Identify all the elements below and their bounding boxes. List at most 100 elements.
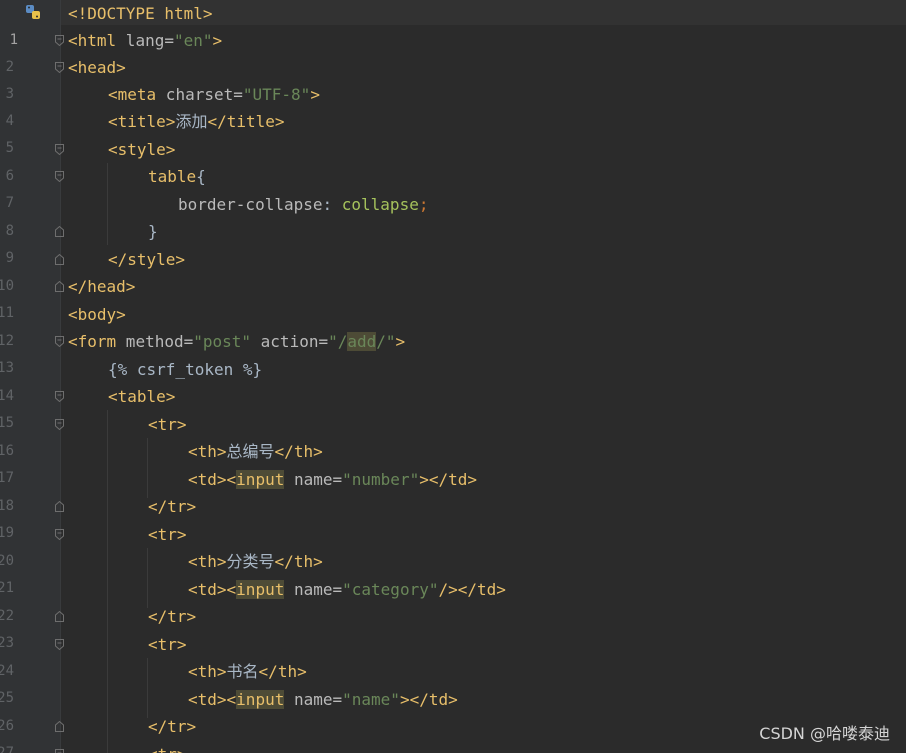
attr-token: name=: [284, 470, 343, 489]
tag-token: ></td>: [399, 690, 458, 709]
tag-token: >: [212, 31, 223, 50]
code-line-3[interactable]: 3 <head>: [0, 54, 906, 102]
fold-minus-icon[interactable]: [55, 419, 64, 430]
tag-token: <tr>: [148, 635, 187, 654]
code-line-8[interactable]: 8 border-collapse: collapse;: [0, 191, 906, 239]
highlighted-url-token: add: [347, 332, 377, 351]
semicolon-token: ;: [418, 195, 429, 214]
fold-end-icon[interactable]: [55, 226, 64, 237]
string-token: /": [376, 332, 396, 351]
fold-minus-icon[interactable]: [55, 391, 64, 402]
string-token: "category": [342, 580, 439, 599]
code-line-25[interactable]: 25 <th>书名</th>: [0, 658, 906, 706]
code-line-20[interactable]: 20 <tr>: [0, 521, 906, 569]
code-line-11[interactable]: 11 </head>: [0, 273, 906, 321]
code-editor[interactable]: 1 <!DOCTYPE html> 2 <html lang="en"> 3 <…: [0, 0, 906, 753]
code-line-10[interactable]: 10 </style>: [0, 246, 906, 294]
fold-minus-icon[interactable]: [55, 749, 64, 753]
code-line-18[interactable]: 18 <td><input name="number"></td>: [0, 466, 906, 514]
tag-token: </head>: [68, 277, 136, 296]
fold-minus-icon[interactable]: [55, 144, 64, 155]
code-line-24[interactable]: 24 <tr>: [0, 631, 906, 679]
property-token: border-collapse: [178, 195, 323, 214]
code-line-16[interactable]: 16 <tr>: [0, 411, 906, 459]
code-line-5[interactable]: 5 <title>添加</title>: [0, 108, 906, 156]
fold-minus-icon[interactable]: [55, 35, 64, 46]
code-line-23[interactable]: 23 </tr>: [0, 603, 906, 651]
tag-token: <th>: [188, 552, 227, 571]
code-line-17[interactable]: 17 <th>总编号</th>: [0, 438, 906, 486]
tag-token: <meta: [108, 85, 157, 104]
attr-token: lang=: [116, 31, 174, 50]
tag-token: <td>: [188, 690, 227, 709]
tag-token: <tr>: [148, 525, 187, 544]
fold-minus-icon[interactable]: [55, 336, 64, 347]
fold-minus-icon[interactable]: [55, 62, 64, 73]
tag-token: </tr>: [148, 717, 197, 736]
colon-token: :: [322, 195, 342, 214]
code-line-15[interactable]: 15 <table>: [0, 383, 906, 431]
text-token: 总编号: [226, 442, 275, 461]
code-line-14[interactable]: 14 {% csrf_token %}: [0, 356, 906, 404]
text-token: 添加: [175, 112, 208, 131]
tag-token: ></td>: [419, 470, 477, 489]
code-line-1[interactable]: 1 <!DOCTYPE html>: [0, 0, 906, 48]
string-token: "number": [342, 470, 420, 489]
highlighted-input-token: input: [236, 690, 285, 709]
attr-token: name=: [284, 690, 343, 709]
code-line-12[interactable]: 12 <body>: [0, 301, 906, 349]
string-token: "name": [342, 690, 400, 709]
highlighted-input-token: input: [236, 580, 285, 599]
code-line-19[interactable]: 19 </tr>: [0, 493, 906, 541]
brace-token: {: [196, 167, 206, 186]
string-token: "en": [173, 31, 213, 50]
code-line-13[interactable]: 13 <form method="post" action="/add/">: [0, 328, 906, 376]
tag-token: <td>: [188, 470, 227, 489]
tag-token: </tr>: [148, 607, 197, 626]
attr-token: charset=: [156, 85, 243, 104]
fold-end-icon[interactable]: [55, 254, 64, 265]
text-token: 书名: [226, 662, 259, 681]
string-token: "UTF-8": [242, 85, 311, 104]
attr-token: name=: [284, 580, 343, 599]
tag-token: >: [310, 85, 320, 104]
brace-token: }: [148, 222, 158, 241]
code-line-6[interactable]: 6 <style>: [0, 136, 906, 184]
code-line-22[interactable]: 22 <td><input name="category"/></td>: [0, 576, 906, 624]
code-line-7[interactable]: 7 table{: [0, 163, 906, 211]
code-line-26[interactable]: 26 <td><input name="name"></td>: [0, 686, 906, 734]
fold-minus-icon[interactable]: [55, 529, 64, 540]
tag-token: </style>: [108, 250, 186, 269]
text-token: 分类号: [226, 552, 275, 571]
string-token: "post": [193, 332, 252, 351]
highlighted-input-token: input: [236, 470, 285, 489]
attr-token: method=: [116, 332, 194, 351]
fold-end-icon[interactable]: [55, 721, 64, 732]
fold-end-icon[interactable]: [55, 281, 64, 292]
attr-token: action=: [251, 332, 329, 351]
tag-token: <html: [68, 31, 117, 50]
code-line-21[interactable]: 21 <th>分类号</th>: [0, 548, 906, 596]
tag-token: <: [226, 580, 237, 599]
tag-token: <table>: [108, 387, 176, 406]
csdn-watermark: CSDN @哈喽泰迪: [759, 724, 890, 743]
code-line-9[interactable]: 9 }: [0, 218, 906, 266]
template-tag-token: {% csrf_token %}: [108, 360, 263, 379]
value-token: collapse: [341, 195, 419, 214]
code-line-2[interactable]: 2 <html lang="en">: [0, 27, 906, 75]
tag-token: <form: [68, 332, 117, 351]
string-token: "/: [328, 332, 348, 351]
tag-token: <: [226, 470, 237, 489]
fold-minus-icon[interactable]: [55, 171, 64, 182]
tag-token: </th>: [274, 442, 323, 461]
tag-token: </title>: [207, 112, 285, 131]
fold-end-icon[interactable]: [55, 611, 64, 622]
tag-token: <tr>: [148, 745, 187, 753]
tag-token: <title>: [108, 112, 176, 131]
code-line-4[interactable]: 4 <meta charset="UTF-8">: [0, 81, 906, 129]
tag-token: <: [226, 690, 237, 709]
fold-end-icon[interactable]: [55, 501, 64, 512]
fold-minus-icon[interactable]: [55, 639, 64, 650]
tag-token: <td>: [188, 580, 227, 599]
doctype-token: <!DOCTYPE html>: [68, 4, 213, 23]
